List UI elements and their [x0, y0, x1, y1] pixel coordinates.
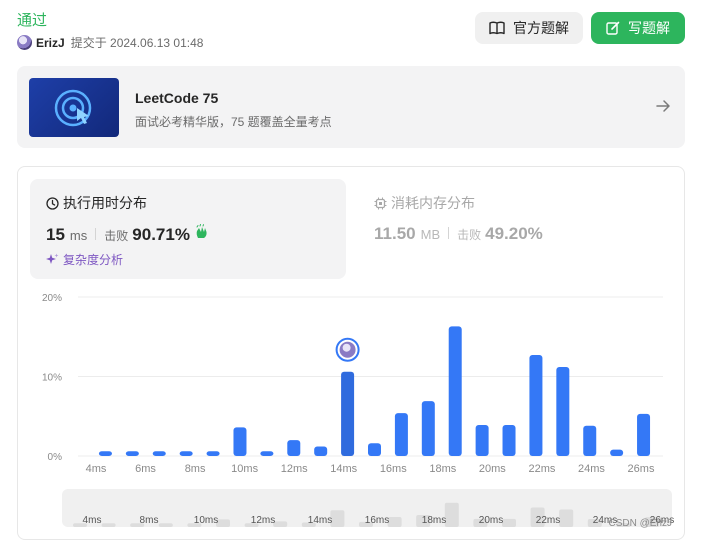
chart-bar[interactable] [368, 443, 381, 456]
overview-tick-label: 22ms [536, 515, 560, 526]
chart-bar[interactable] [125, 451, 139, 456]
avatar[interactable] [17, 35, 32, 50]
chart-bar[interactable] [179, 451, 193, 456]
overview-bar [273, 521, 288, 527]
official-solution-label: 官方题解 [513, 20, 569, 36]
overview-tick-label: 4ms [83, 515, 102, 526]
official-solution-button[interactable]: 官方题解 [475, 12, 583, 44]
overview-tick-label: 18ms [422, 515, 446, 526]
chart-bar[interactable] [98, 451, 112, 456]
chart-bar[interactable] [556, 366, 570, 456]
banner-subtitle: 面试必考精华版，75 题覆盖全量考点 [135, 115, 332, 129]
x-tick-label: 4ms [86, 463, 107, 475]
overview-tick-label: 12ms [251, 515, 275, 526]
overview-tick-label: 16ms [365, 515, 389, 526]
book-icon [489, 21, 505, 35]
chart-bar[interactable] [529, 355, 543, 456]
chart-bar[interactable] [341, 371, 355, 456]
runtime-distribution-chart[interactable]: 20% 10% 0% 4ms 6ms 8ms 10ms 12ms 14ms 16ms 18ms 20m… [18, 167, 684, 539]
x-tick-label: 24ms [578, 463, 605, 475]
performance-panel: 执行用时分布 15 ms 击败 90.71% 复杂度分析 消耗内存分布 11.5… [17, 166, 685, 540]
chart-bar[interactable] [610, 449, 624, 456]
chart-bar[interactable] [448, 326, 462, 456]
x-tick-label: 6ms [135, 463, 156, 475]
x-tick-label: 20ms [479, 463, 506, 475]
x-tick-label: 12ms [281, 463, 308, 475]
banner-title: LeetCode 75 [135, 90, 219, 106]
submit-time: 提交于 2024.06.13 01:48 [70, 36, 204, 50]
x-tick-label: 10ms [231, 463, 258, 475]
chart-bar[interactable] [502, 424, 516, 456]
chart-bar[interactable] [152, 451, 166, 456]
submission-meta: ErizJ 提交于 2024.06.13 01:48 [17, 34, 203, 51]
overview-tick-label: 20ms [479, 515, 503, 526]
chart-bar[interactable] [475, 424, 489, 456]
overview-bar [330, 510, 345, 527]
username-link[interactable]: ErizJ [36, 36, 65, 50]
overview-bar [158, 523, 173, 527]
y-tick-label: 20% [42, 293, 62, 304]
x-tick-label: 26ms [628, 463, 655, 475]
edit-icon [606, 21, 620, 35]
overview-bar [444, 502, 459, 527]
chart-bar[interactable] [287, 440, 301, 456]
y-tick-label: 10% [42, 373, 62, 384]
overview-bar [502, 518, 516, 527]
chart-bar[interactable] [206, 451, 220, 456]
chart-bar[interactable] [394, 413, 408, 456]
overview-bar [101, 523, 116, 527]
chart-bar[interactable] [260, 451, 274, 456]
arrow-right-icon[interactable] [655, 98, 671, 114]
write-solution-button[interactable]: 写题解 [591, 12, 685, 44]
x-tick-label: 8ms [185, 463, 206, 475]
watermark: CSDN @ErizJ [608, 518, 673, 529]
chart-bar[interactable] [583, 425, 597, 456]
write-solution-label: 写题解 [628, 20, 670, 36]
chart-bar[interactable] [421, 401, 435, 456]
study-plan-banner[interactable]: LeetCode 75 面试必考精华版，75 题覆盖全量考点 [17, 66, 685, 148]
y-tick-label: 0% [48, 452, 63, 463]
chart-bar[interactable] [233, 427, 247, 456]
overview-tick-label: 8ms [140, 515, 159, 526]
overview-tick-label: 14ms [308, 515, 332, 526]
x-tick-label: 14ms [330, 463, 357, 475]
overview-tick-label: 10ms [194, 515, 218, 526]
submission-status: 通过 [17, 12, 48, 29]
chart-bar[interactable] [637, 413, 651, 456]
avatar-face [342, 343, 351, 352]
overview-bar [559, 509, 574, 527]
chart-bar[interactable] [314, 446, 328, 456]
leetcode75-cover-image [29, 78, 119, 137]
x-tick-label: 22ms [528, 463, 555, 475]
x-tick-label: 18ms [429, 463, 456, 475]
overview-bar [387, 516, 402, 527]
x-tick-label: 16ms [380, 463, 407, 475]
